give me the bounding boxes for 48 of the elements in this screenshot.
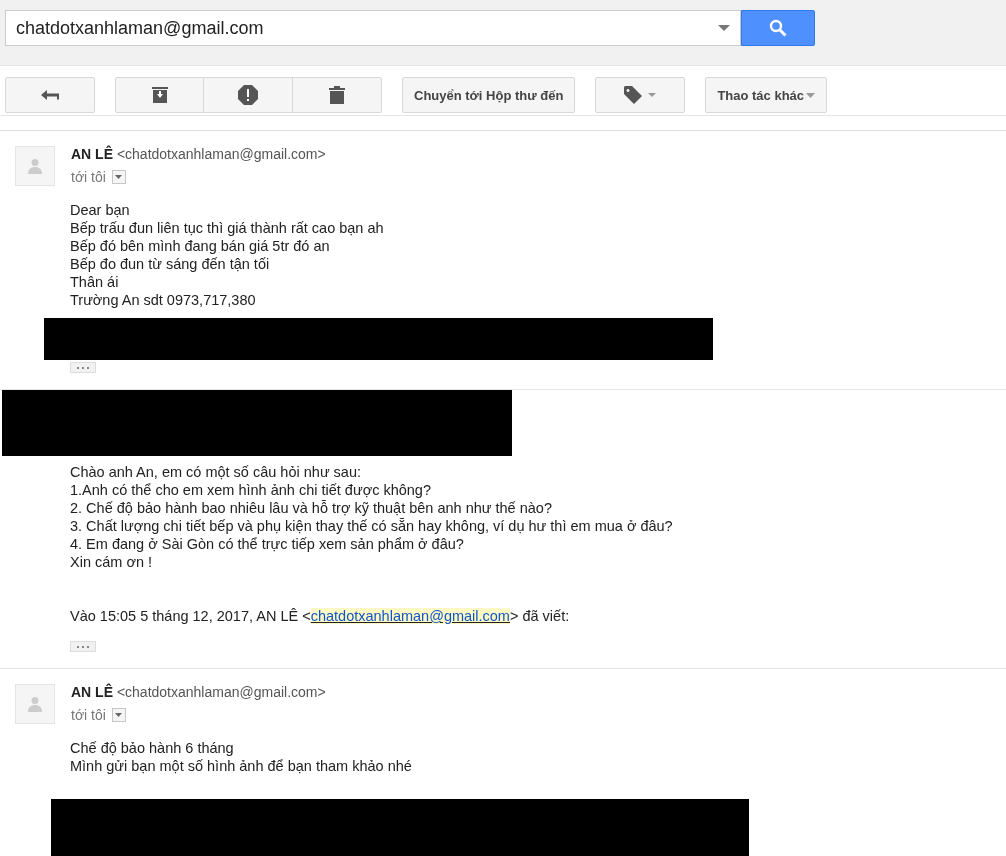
sender-email: <chatdotxanhlaman@gmail.com> — [116, 146, 326, 162]
caret-icon — [115, 175, 123, 179]
more-actions-button[interactable]: Thao tác khác — [705, 77, 828, 113]
message-line: Dear bạn — [70, 201, 131, 219]
trash-icon — [329, 86, 345, 104]
recipient-text: tới tôi — [71, 707, 106, 723]
message-line: Mình gửi bạn một số hình ảnh để bạn tham khảo nhé — [70, 757, 413, 775]
search-button[interactable] — [741, 10, 815, 46]
avatar-icon — [15, 684, 55, 724]
email-link[interactable]: chatdotxanhlaman@gmail.com — [310, 608, 510, 624]
message-line: Bếp đó bên mình đang bán giá 5tr đó an — [70, 237, 331, 255]
show-trimmed-button[interactable] — [70, 641, 96, 652]
sender-email: <chatdotxanhlaman@gmail.com> — [116, 684, 326, 700]
message-line: Xin cám ơn ! — [70, 553, 154, 571]
label-button[interactable] — [595, 77, 686, 113]
message-line: Bếp đo đun từ sáng đến tận tối — [70, 255, 271, 273]
details-dropdown-button[interactable] — [111, 170, 126, 184]
tag-icon — [624, 86, 657, 104]
caret-icon — [115, 713, 123, 717]
move-to-inbox-button[interactable]: Chuyển tới Hộp thư đến — [402, 77, 576, 113]
message-line: Trường An sdt 0973,717,380 — [70, 291, 257, 309]
message-line: Bếp trấu đun liên tục thì giá thành rất cao bạn ah — [70, 219, 385, 237]
quote-attribution: Vào 15:05 5 tháng 12, 2017, AN LÊ <chatdotxanhlaman@gmail.com> đã viết: — [70, 607, 571, 625]
sender-name: AN LÊ — [71, 146, 113, 162]
archive-icon — [150, 87, 169, 103]
show-trimmed-button[interactable] — [70, 362, 96, 373]
delete-button[interactable] — [293, 77, 382, 113]
spam-button[interactable] — [204, 77, 293, 113]
avatar-icon — [15, 146, 55, 186]
search-icon — [769, 19, 787, 37]
message-line: Chế độ bảo hành 6 tháng — [70, 739, 235, 757]
dropdown-caret-icon — [718, 25, 730, 31]
archive-button[interactable] — [115, 77, 204, 113]
recipient-text: tới tôi — [71, 169, 106, 185]
message-line: Chào anh An, em có một số câu hỏi như sau: — [70, 463, 363, 481]
message-line: 1.Anh có thể cho em xem hình ảnh chi tiết được không? — [70, 481, 432, 499]
message-line: 3. Chất lượng chi tiết bếp và phụ kiện thay thế có sẵn hay không, ví dụ hư thì em mua ở đâu? — [70, 517, 674, 535]
exclamation-icon — [238, 85, 258, 105]
message-line: 2. Chế độ bảo hành bao nhiêu lâu và hỗ trợ kỹ thuật bên anh như thế nào? — [70, 499, 553, 517]
message-line: Thân ái — [70, 273, 120, 291]
message-line: 4. Em đang ở Sài Gòn có thể trực tiếp xem sản phẩm ở đâu? — [70, 535, 465, 553]
ellipsis-icon — [76, 645, 90, 648]
reply-arrow-icon — [41, 90, 59, 100]
sender-name: AN LÊ — [71, 684, 113, 700]
ellipsis-icon — [76, 366, 90, 369]
details-dropdown-button[interactable] — [111, 708, 126, 722]
caret-icon — [806, 92, 816, 98]
search-field[interactable]: chatdotxanhlaman@gmail.com — [5, 10, 741, 46]
